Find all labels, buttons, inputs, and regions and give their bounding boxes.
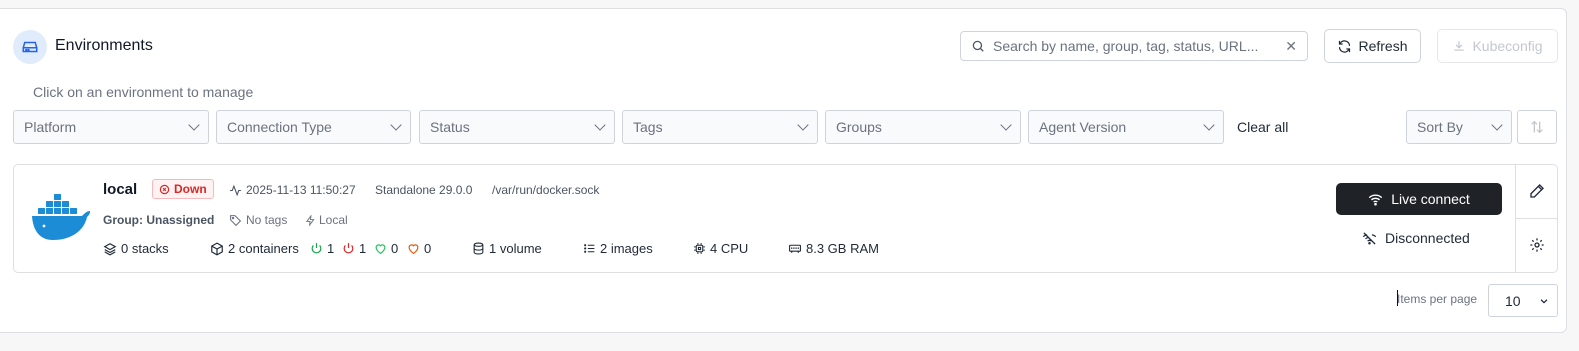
search-input[interactable]: Search by name, group, tag, status, URL.…	[960, 31, 1308, 61]
images-label: 2 images	[600, 241, 653, 256]
memory-icon	[788, 242, 802, 255]
running-count: 1	[310, 241, 334, 256]
environment-tags: No tags	[229, 213, 287, 227]
ram-amount: 8.3 GB RAM	[788, 241, 879, 256]
stacks-label: 0 stacks	[121, 241, 169, 256]
unhealthy-count: 0	[407, 241, 431, 256]
running-value: 1	[327, 241, 335, 256]
sort-by-select[interactable]: Sort By	[1406, 110, 1512, 144]
stopped-count: 1	[342, 241, 366, 256]
heart-pulse-icon	[374, 242, 387, 255]
settings-gear-icon[interactable]	[1529, 237, 1545, 253]
database-icon	[472, 242, 485, 255]
stacks-count: 0 stacks	[103, 241, 169, 256]
connection-type: Local	[305, 213, 348, 227]
kubeconfig-label: Kubeconfig	[1472, 38, 1543, 54]
environment-type: Standalone 29.0.0	[375, 183, 473, 197]
wifi-off-icon	[1362, 231, 1377, 246]
status-badge: Down	[152, 179, 214, 199]
layers-icon	[103, 242, 117, 256]
sort-arrows-icon	[1529, 119, 1545, 135]
heartbeat-timestamp: 2025-11-13 11:50:27	[246, 183, 356, 197]
groups-filter[interactable]: Groups	[825, 110, 1021, 144]
agent-version-filter[interactable]: Agent Version	[1028, 110, 1224, 144]
healthy-count: 0	[374, 241, 398, 256]
bolt-icon	[305, 214, 316, 226]
wifi-icon	[1368, 192, 1383, 207]
platform-filter-label: Platform	[24, 119, 77, 135]
environment-name[interactable]: local	[103, 181, 137, 198]
volumes-label: 1 volume	[489, 241, 542, 256]
cpu-icon	[693, 242, 706, 255]
page-title: Environments	[55, 37, 153, 54]
tag-icon	[229, 214, 242, 227]
refresh-button[interactable]: Refresh	[1324, 29, 1421, 63]
live-connect-button[interactable]: Live connect	[1336, 183, 1502, 215]
chevron-down-icon	[390, 119, 402, 131]
box-icon	[210, 241, 224, 256]
list-icon	[583, 242, 596, 255]
connection-state-label: Disconnected	[1385, 230, 1470, 246]
edit-pencil-icon[interactable]	[1529, 183, 1545, 199]
connection-type-filter-label: Connection Type	[227, 119, 332, 135]
environment-actions	[1515, 165, 1558, 272]
connection-type-label: Local	[319, 213, 348, 227]
sort-by-label: Sort By	[1417, 119, 1463, 135]
environment-group: Group: Unassigned	[103, 213, 215, 227]
tags-filter-label: Tags	[633, 119, 663, 135]
status-filter[interactable]: Status	[419, 110, 615, 144]
refresh-icon	[1337, 39, 1352, 54]
activity-icon	[229, 184, 242, 197]
heartbeat: 2025-11-13 11:50:27	[229, 183, 356, 197]
tags-label: No tags	[246, 213, 288, 227]
heart-crack-icon	[407, 242, 420, 255]
chevron-down-icon	[1000, 119, 1012, 131]
cpu-label: 4 CPU	[710, 241, 749, 256]
chevron-down-icon	[188, 119, 200, 131]
chevron-down-icon	[797, 119, 809, 131]
chevron-down-icon	[594, 119, 606, 131]
items-per-page-value: 10	[1505, 292, 1521, 309]
healthy-value: 0	[391, 241, 399, 256]
chevron-down-icon	[1203, 119, 1215, 131]
tags-filter[interactable]: Tags	[622, 110, 818, 144]
clear-all-button[interactable]: Clear all	[1237, 119, 1288, 135]
chevron-down-icon	[1539, 296, 1549, 306]
manage-hint: Click on an environment to manage	[33, 84, 254, 100]
refresh-label: Refresh	[1358, 38, 1408, 54]
agent-version-filter-label: Agent Version	[1039, 119, 1127, 135]
power-icon	[310, 242, 323, 255]
actions-divider	[1516, 218, 1558, 219]
images-count: 2 images	[583, 241, 653, 256]
sort-order-button[interactable]	[1517, 110, 1557, 144]
stopped-value: 1	[359, 241, 367, 256]
connection-type-filter[interactable]: Connection Type	[216, 110, 411, 144]
status-badge-label: Down	[174, 182, 207, 196]
ram-label: 8.3 GB RAM	[806, 241, 879, 256]
volumes-count: 1 volume	[472, 241, 542, 256]
clear-search-icon[interactable]: ✕	[1285, 38, 1297, 55]
docker-logo-icon	[30, 192, 92, 242]
cpu-count: 4 CPU	[693, 241, 748, 256]
connection-state: Disconnected	[1362, 230, 1470, 246]
groups-filter-label: Groups	[836, 119, 882, 135]
items-per-page-label: Items per page	[1397, 292, 1478, 306]
containers-count: 2 containers	[210, 241, 299, 256]
status-filter-label: Status	[430, 119, 470, 135]
containers-label: 2 containers	[228, 241, 299, 256]
x-circle-icon	[159, 184, 170, 195]
search-placeholder: Search by name, group, tag, status, URL.…	[993, 38, 1259, 54]
kubeconfig-button[interactable]: Kubeconfig	[1437, 29, 1558, 63]
environment-url: /var/run/docker.sock	[492, 183, 600, 197]
live-connect-label: Live connect	[1391, 191, 1470, 207]
items-per-page-select[interactable]: 10	[1488, 284, 1558, 317]
download-icon	[1452, 39, 1466, 53]
search-icon	[971, 39, 985, 53]
environments-header-icon	[13, 30, 47, 64]
platform-filter[interactable]: Platform	[13, 110, 209, 144]
power-off-icon	[342, 242, 355, 255]
chevron-down-icon	[1491, 119, 1503, 131]
unhealthy-value: 0	[424, 241, 432, 256]
